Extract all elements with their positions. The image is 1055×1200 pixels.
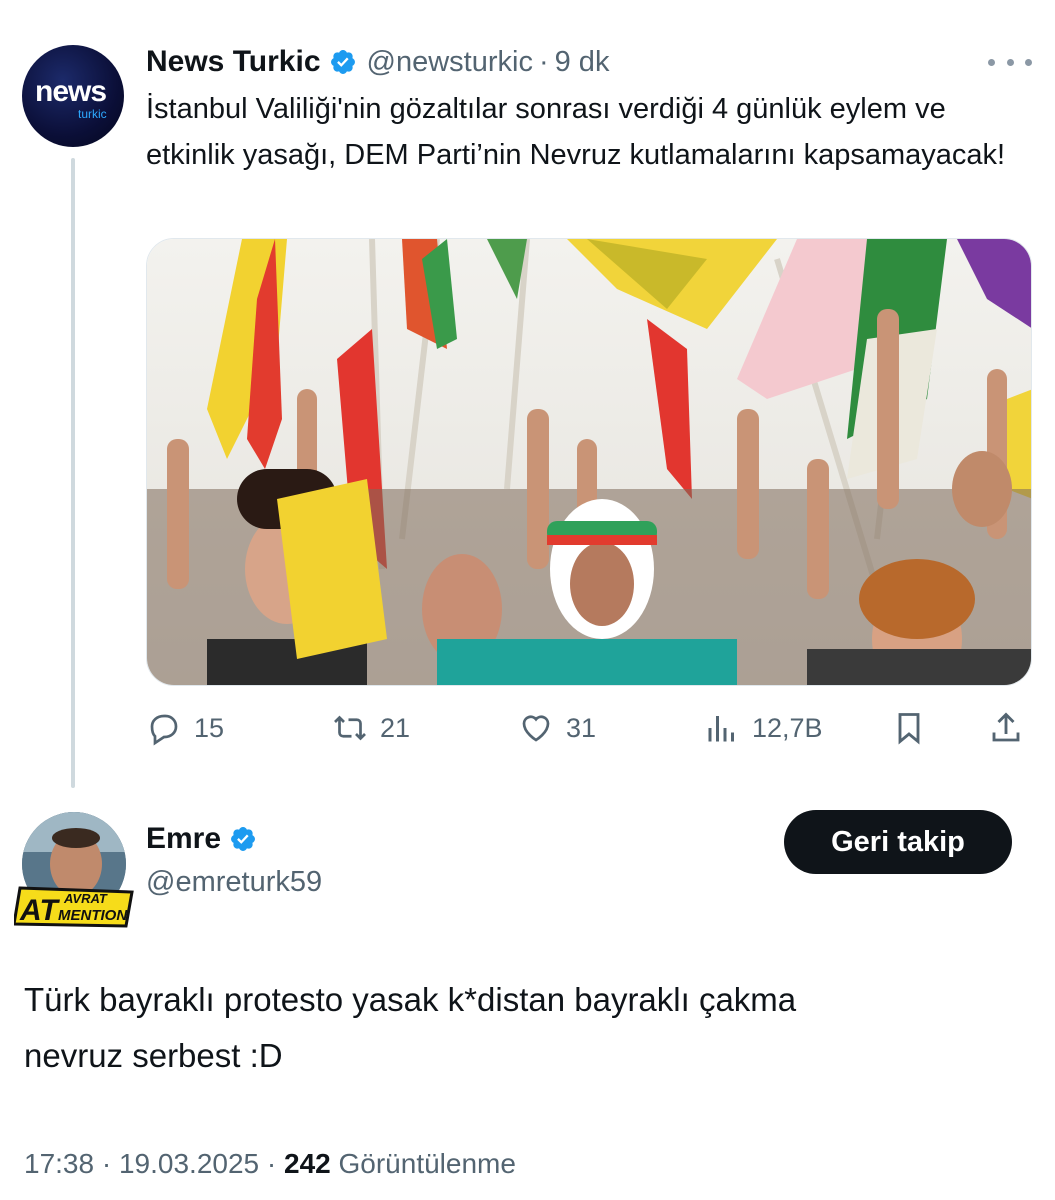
badge-bottom-text: MENTION bbox=[58, 907, 128, 924]
reply-text-line-2: nevruz serbest :D bbox=[24, 1037, 283, 1074]
post-time[interactable]: 17:38 bbox=[24, 1148, 94, 1179]
bookmark-icon bbox=[898, 713, 920, 745]
parent-handle[interactable]: @newsturkic bbox=[367, 46, 533, 79]
more-dots-icon[interactable] bbox=[988, 50, 1032, 74]
views-chart-icon bbox=[708, 716, 734, 742]
tweet-photo[interactable] bbox=[146, 238, 1032, 686]
avatar-logo-word: news bbox=[35, 75, 107, 108]
parent-time[interactable]: 9 dk bbox=[555, 46, 610, 79]
views-count: 12,7B bbox=[752, 712, 823, 743]
reply-text-line-1: Türk bayraklı protesto yasak k*distan ba… bbox=[24, 981, 797, 1018]
news-turkic-avatar[interactable]: news turkic bbox=[22, 45, 124, 147]
like-count: 31 bbox=[566, 712, 597, 743]
views-label: Görüntülenme bbox=[338, 1148, 516, 1179]
meta-separator: · bbox=[101, 1148, 112, 1179]
reply-display-name[interactable]: Emre bbox=[146, 822, 221, 856]
follow-back-button[interactable]: Geri takip bbox=[784, 810, 1012, 874]
avrat-mention-badge: AT AVRAT MENTION bbox=[14, 886, 134, 928]
reply-button[interactable]: 15 bbox=[146, 700, 224, 756]
thread-connector-line bbox=[71, 158, 75, 788]
tweet-meta: 17:38 · 19.03.2025 · 242 Görüntülenme bbox=[24, 1148, 516, 1180]
protest-crowd-photo bbox=[147, 239, 1031, 685]
meta-separator: · bbox=[266, 1148, 277, 1179]
badge-top-text: AVRAT bbox=[63, 891, 108, 906]
share-button[interactable] bbox=[988, 700, 1024, 756]
reply-count: 15 bbox=[194, 712, 225, 743]
repost-button[interactable]: 21 bbox=[332, 700, 410, 756]
reply-icon bbox=[150, 714, 178, 746]
verified-badge-icon bbox=[231, 827, 256, 851]
avatar-logo-sub: turkic bbox=[78, 107, 107, 121]
views-number: 242 bbox=[284, 1148, 331, 1179]
parent-tweet-header: News Turkic @newsturkic · 9 dk bbox=[146, 44, 609, 80]
bookmark-button[interactable] bbox=[891, 700, 927, 756]
repost-icon bbox=[334, 715, 366, 741]
parent-display-name[interactable]: News Turkic bbox=[146, 45, 321, 79]
time-separator: · bbox=[538, 45, 549, 78]
like-button[interactable]: 31 bbox=[518, 700, 596, 756]
parent-tweet-text: İstanbul Valiliği'nin gözaltılar sonrası… bbox=[146, 93, 1006, 171]
reply-handle[interactable]: @emreturk59 bbox=[146, 866, 322, 899]
share-icon bbox=[992, 712, 1020, 742]
reply-tweet-text: Türk bayraklı protesto yasak k*distan ba… bbox=[24, 972, 1024, 1084]
parent-action-bar: 15 21 31 12,7B bbox=[146, 700, 1032, 756]
views-button[interactable]: 12,7B bbox=[704, 700, 823, 756]
reply-header: Emre bbox=[146, 822, 257, 856]
verified-badge-icon bbox=[330, 50, 355, 74]
repost-count: 21 bbox=[380, 712, 411, 743]
badge-at-text: AT bbox=[19, 894, 60, 927]
post-date[interactable]: 19.03.2025 bbox=[119, 1148, 259, 1179]
heart-icon bbox=[522, 715, 550, 742]
